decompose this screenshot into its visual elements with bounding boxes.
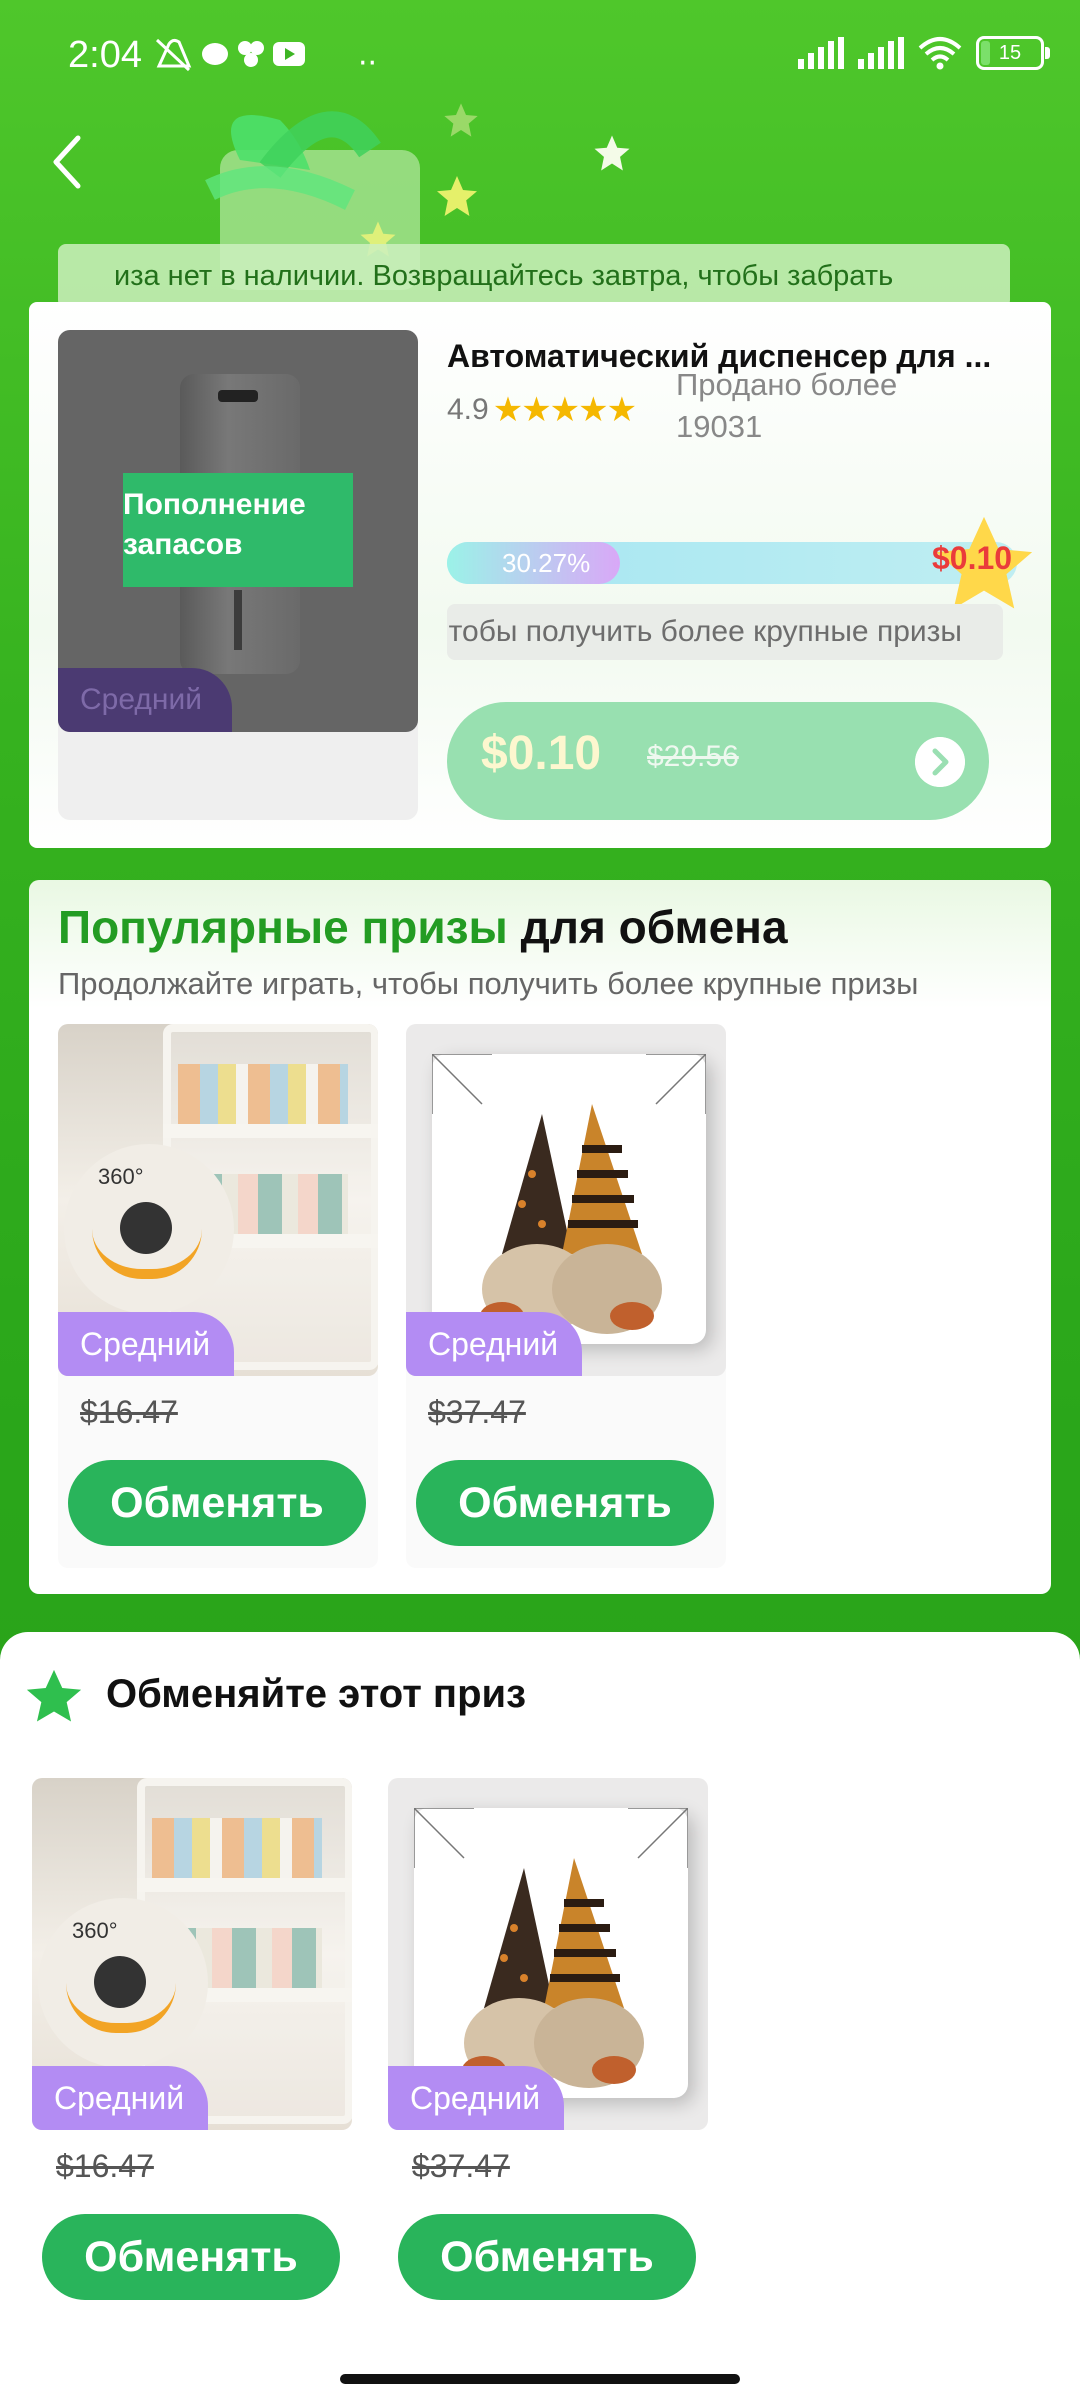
exchange-button[interactable]: Обменять (416, 1460, 714, 1546)
prize-item[interactable]: 360° Средний $16.47 Обменять (58, 1024, 378, 1568)
home-indicator[interactable] (340, 2374, 740, 2384)
shelf-tier (137, 1878, 352, 1892)
rotation-label: 360° (98, 1164, 144, 1189)
chevron-right-icon (915, 737, 965, 787)
rating-stars-icon: ★★★★★ (492, 391, 637, 429)
gnome-illustration (414, 1808, 688, 2088)
tier-badge: Средний (32, 2066, 208, 2130)
buy-old-price: $29.56 (647, 740, 739, 773)
tier-badge: Средний (58, 1312, 234, 1376)
status-time: 2:04 (68, 34, 142, 76)
sold-count: Продано более 19031 (676, 367, 898, 444)
old-price: $37.47 (428, 1394, 526, 1430)
popular-prizes-card: Популярные призы для обмена Продолжайте … (29, 880, 1051, 1594)
featured-product-image-wrap[interactable]: Пополнение запасов Средний (58, 330, 418, 820)
old-price: $37.47 (412, 2148, 510, 2184)
featured-product-image: Пополнение запасов Средний (58, 330, 418, 732)
prize-item[interactable]: Средний $37.47 Обменять (406, 1024, 726, 1568)
exchange-button[interactable]: Обменять (42, 2214, 340, 2300)
old-price: $16.47 (56, 2148, 154, 2184)
back-arrow-icon[interactable] (48, 132, 88, 192)
exchange-sheet: Обменяйте этот приз 360° Средний $16.47 … (0, 1632, 1080, 2400)
rating: 4.9 ★★★★★ (447, 390, 637, 430)
old-price: $16.47 (80, 1394, 178, 1430)
popular-title-green: Популярные призы (58, 901, 508, 953)
shelf-tier (163, 1124, 378, 1138)
gnome-illustration (432, 1054, 706, 1334)
signal-icon-2 (858, 37, 904, 69)
restock-label: Пополнение запасов (123, 473, 353, 587)
prize-item[interactable]: 360° Средний $16.47 Обменять (32, 1778, 352, 2322)
featured-prize-card[interactable]: Пополнение запасов Средний Автоматически… (29, 302, 1051, 848)
progress-hint: чтобы получить более крупные призы (447, 604, 1003, 660)
prize-value: $0.10 (932, 540, 1013, 576)
status-app-icons (155, 38, 305, 72)
rating-value: 4.9 (447, 393, 489, 426)
green-star-icon (26, 1669, 82, 1722)
prize-item[interactable]: Средний $37.47 Обменять (388, 1778, 708, 2322)
rotation-label: 360° (72, 1918, 118, 1943)
battery-level: 15 (998, 41, 1022, 64)
buy-button[interactable]: $0.10 $29.56 (447, 702, 989, 820)
tier-badge: Средний (388, 2066, 564, 2130)
notification-icons (155, 36, 305, 80)
buy-price: $0.10 (481, 727, 602, 780)
star-deco-icon (437, 176, 477, 216)
wifi-icon (918, 37, 962, 70)
dispenser-nozzle (218, 390, 258, 402)
tier-badge: Средний (58, 668, 232, 732)
star-deco-icon (444, 103, 478, 137)
progress-label: 30.27% (502, 548, 591, 578)
battery-icon: 15 (976, 36, 1050, 70)
popular-title-rest: для обмена (507, 901, 788, 953)
more-dots-icon: ·· (358, 46, 378, 81)
exchange-button[interactable]: Обменять (68, 1460, 366, 1546)
signal-icon (798, 37, 844, 69)
popular-title: Популярные призы для обмена (58, 900, 788, 954)
tier-badge: Средний (406, 1312, 582, 1376)
stock-notice: иза нет в наличии. Возвращайтесь завтра,… (58, 244, 1010, 308)
popular-subtitle: Продолжайте играть, чтобы получить более… (58, 966, 919, 1001)
status-right: 15 (798, 36, 1050, 70)
dispenser-window (234, 590, 242, 650)
sheet-title: Обменяйте этот приз (106, 1672, 526, 1716)
exchange-button[interactable]: Обменять (398, 2214, 696, 2300)
star-deco-icon (594, 135, 630, 171)
restock-text: Пополнение запасов (123, 488, 306, 561)
